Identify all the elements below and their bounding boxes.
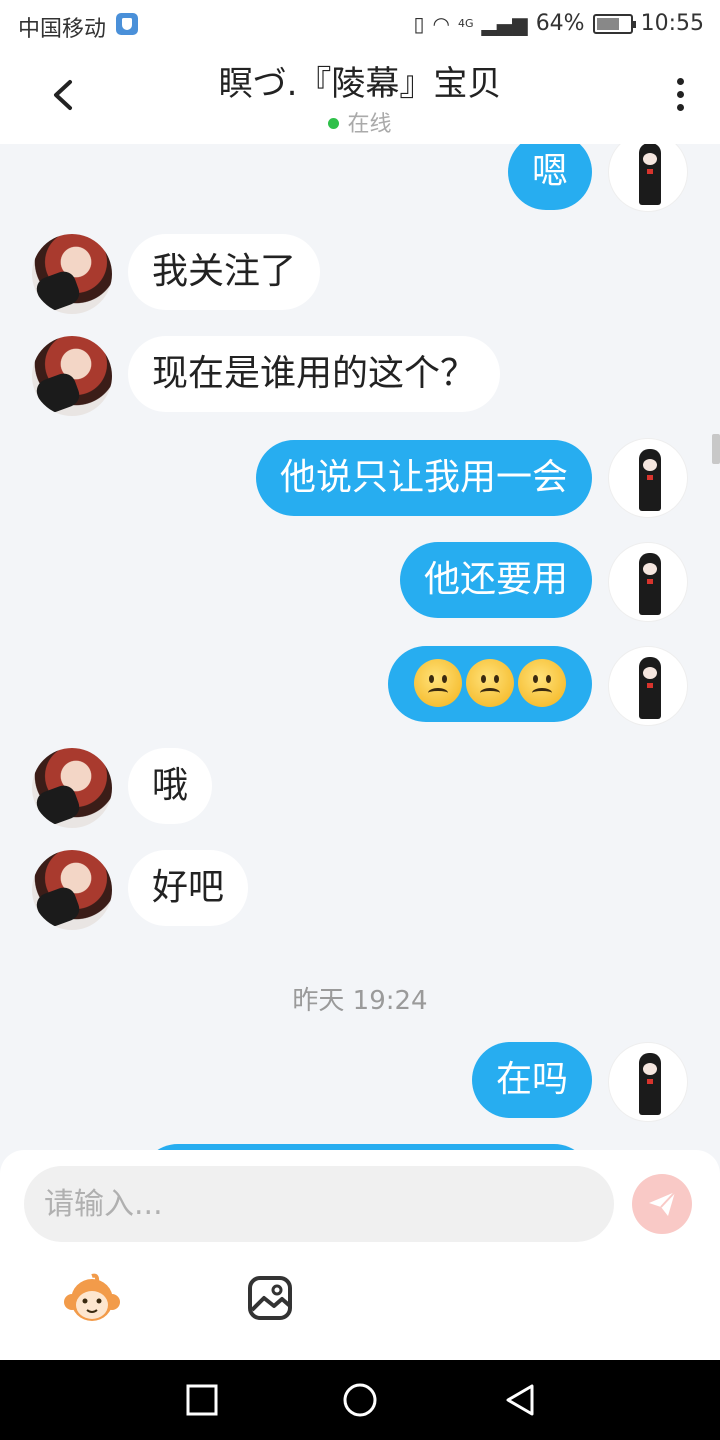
message-bubble-outgoing[interactable] (388, 646, 592, 722)
recent-apps-button[interactable] (184, 1382, 220, 1418)
my-avatar[interactable] (608, 646, 688, 726)
image-button[interactable] (244, 1272, 304, 1328)
scrollbar-thumb[interactable] (712, 434, 720, 464)
contact-name: 瞑づ.『陵幕』宝贝 (218, 64, 502, 104)
contact-avatar[interactable] (32, 234, 112, 314)
online-status-label: 在线 (347, 112, 392, 137)
my-avatar[interactable] (608, 542, 688, 622)
more-dot-icon (676, 78, 684, 85)
message-bubble-outgoing[interactable]: 在吗 (471, 1042, 592, 1118)
send-button[interactable] (632, 1174, 692, 1234)
signal-icon: ▂▄▆ (481, 11, 528, 36)
image-icon (248, 1276, 292, 1320)
system-back-button[interactable] (502, 1382, 538, 1418)
home-button[interactable] (342, 1382, 378, 1418)
frowning-face-icon (414, 659, 462, 707)
contact-avatar[interactable] (32, 850, 112, 930)
frowning-face-icon (466, 659, 514, 707)
message-input[interactable] (24, 1166, 614, 1242)
message-bubble-outgoing[interactable]: 他还要用 (399, 542, 592, 618)
battery-icon (592, 13, 636, 34)
paper-plane-icon (649, 1191, 676, 1216)
carrier-name: 中国移动 (18, 17, 107, 42)
online-dot-icon (328, 117, 340, 129)
more-dot-icon (676, 104, 684, 111)
more-dot-icon (676, 91, 684, 98)
my-avatar[interactable] (608, 1042, 688, 1122)
triangle-back-icon (506, 1384, 534, 1416)
composer (0, 1150, 720, 1360)
vibrate-icon: ▯ (413, 11, 425, 36)
message-list[interactable]: 嗯 我关注了 现在是谁用的这个？ 他说只让我用一会 他还要用 哦 好吧 昨天 1… (0, 144, 720, 1150)
online-status: 在线 (0, 106, 720, 138)
message-bubble-incoming[interactable]: 哦 (128, 748, 213, 824)
message-bubble-incoming[interactable]: 我关注了 (128, 234, 321, 310)
monkey-sticker-icon (64, 1273, 120, 1321)
chat-header: 瞑づ.『陵幕』宝贝 在线 (0, 50, 720, 144)
clock: 10:55 (640, 11, 704, 36)
status-bar: 中国移动 ▯ ◠ 4G ▂▄▆ 64% 10:55 (0, 0, 720, 50)
frowning-face-icon (518, 659, 566, 707)
message-bubble-incoming[interactable]: 现在是谁用的这个？ (128, 336, 501, 412)
my-avatar[interactable] (608, 438, 688, 518)
more-options-button[interactable] (670, 78, 690, 118)
message-bubble-outgoing[interactable]: 嗯 (507, 144, 592, 210)
contact-avatar[interactable] (32, 748, 112, 828)
wifi-icon: ◠ (432, 11, 450, 36)
network-type: 4G (458, 17, 474, 30)
message-bubble-outgoing[interactable]: 他说只让我用一会 (255, 440, 592, 516)
battery-percent: 64% (535, 11, 585, 36)
circle-icon (343, 1383, 377, 1417)
message-bubble-incoming[interactable]: 好吧 (128, 850, 249, 926)
timestamp-divider: 昨天 19:24 (292, 986, 428, 1016)
system-nav-bar (0, 1360, 720, 1440)
my-avatar[interactable] (608, 144, 688, 212)
contact-avatar[interactable] (32, 336, 112, 416)
square-icon (186, 1384, 218, 1416)
status-icons: ▯ ◠ 4G ▂▄▆ 64% 10:55 (414, 11, 704, 36)
sticker-button[interactable] (62, 1272, 122, 1328)
security-shield-icon (116, 13, 138, 35)
